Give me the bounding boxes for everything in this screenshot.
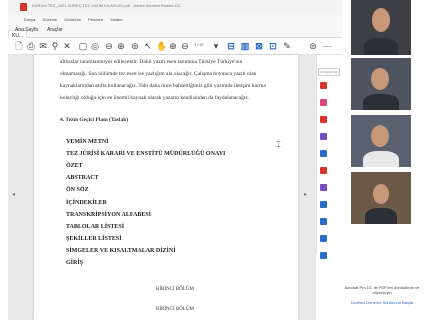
window-titlebar: KURUM TEZ_2021 SÜREÇ TEZ YAZIM KILAVUZU.…: [8, 0, 342, 15]
acrobat-app-icon: [20, 3, 27, 11]
toc-item: ŞEKİLLER LİSTESİ: [66, 236, 122, 242]
fit-page-icon[interactable]: ⊟: [226, 40, 236, 52]
participant-body: [363, 94, 399, 110]
promo-text: Acrobat Pro DC ile PDF'leri dönüştürün v…: [344, 285, 420, 295]
paragraph-line: kolaylığı olduğu için en önemli kaynak o…: [60, 95, 250, 101]
sign-icon[interactable]: ⊜: [308, 40, 318, 52]
participant-body: [365, 208, 397, 224]
menu-bar: Dosya Düzenle Görünüm Pencere Yardım: [8, 15, 342, 24]
participant-video[interactable]: [351, 58, 411, 110]
free-trial-link[interactable]: Ücretsiz Deneme Sürümünü Başlat: [340, 300, 424, 305]
participant-head: [372, 8, 390, 32]
toc-item: GİRİŞ: [66, 260, 84, 266]
tool-icon[interactable]: [320, 150, 327, 157]
tab-bar: Ana Sayfa Araçlar KU...: [8, 24, 342, 41]
search-tools-input[interactable]: Araçlarda ara: [318, 68, 340, 76]
fit-width-icon[interactable]: ▥: [240, 40, 250, 52]
tab-tools[interactable]: Araçlar: [47, 27, 63, 33]
paragraph-line: olmamasığı. Son bölümde tez esen ise yaz…: [60, 71, 257, 77]
tool-icon[interactable]: [320, 133, 327, 140]
menu-view[interactable]: Görünüm: [64, 17, 81, 22]
participant-head: [371, 125, 389, 147]
tool-icon[interactable]: [320, 252, 327, 259]
paragraph-line: kaynaklarından atıfta kullanacağız. Tabi…: [60, 83, 266, 89]
participant-video-strip: [344, 0, 424, 270]
chapter-label: BİRİNCİ BÖLÜM: [156, 307, 194, 312]
pdf-page: altbaslar tanımlanmıyor edilecektir. Dah…: [34, 55, 298, 320]
participant-head: [373, 184, 389, 204]
toc-item: YEMİN METNİ: [66, 139, 109, 145]
section-heading: 4. Tezin Geçici Planı (Taslak): [60, 117, 129, 123]
tool-icon[interactable]: [320, 218, 327, 225]
menu-edit[interactable]: Düzenle: [42, 17, 57, 22]
collapse-right-icon[interactable]: ▸: [304, 191, 307, 198]
toc-item: ABSTRACT: [66, 175, 99, 181]
toc-item: TRANSKRİPSİYON ALFABESİ: [66, 212, 152, 218]
document-viewer[interactable]: ◂ altbaslar tanımlanmıyor edilecektir. D…: [8, 55, 316, 320]
tool-icon[interactable]: [320, 99, 327, 106]
toc-item: TABLOLAR LİSTESİ: [66, 224, 125, 230]
promo-panel: Acrobat Pro DC ile PDF'leri dönüştürün v…: [340, 282, 424, 320]
next-page-icon[interactable]: ⊕: [116, 40, 126, 52]
read-mode-icon[interactable]: ⊠: [254, 40, 264, 52]
page-view-icon[interactable]: ▢: [78, 40, 88, 52]
participant-body: [363, 151, 399, 167]
rotate-icon[interactable]: ⊚: [130, 40, 140, 52]
print-icon[interactable]: ⎙: [26, 40, 36, 52]
tab-home[interactable]: Ana Sayfa: [15, 27, 38, 33]
page-indicator[interactable]: 1 / 57: [194, 42, 204, 47]
participant-video[interactable]: [351, 0, 411, 55]
participant-video[interactable]: [351, 172, 411, 224]
tool-icon[interactable]: [320, 201, 327, 208]
zoom-in-icon[interactable]: ⊕: [168, 40, 178, 52]
comment-icon[interactable]: ⊡: [268, 40, 278, 52]
collapse-left-icon[interactable]: ◂: [12, 191, 15, 198]
paragraph-line: altbaslar tanımlanmıyor edilecektir. Dah…: [60, 59, 243, 65]
participant-video[interactable]: [351, 115, 411, 167]
toc-item: TEZ JÜRİSİ KARARI VE ENSTİTÜ MÜDÜRLÜĞÜ O…: [66, 151, 226, 157]
email-icon[interactable]: ✉: [38, 40, 48, 52]
chapter-label: BİRİNCİ BÖLÜM: [156, 287, 194, 292]
toc-item: ÖN SÖZ: [66, 187, 89, 193]
menu-window[interactable]: Pencere: [88, 17, 103, 22]
cursor-arrow-icon[interactable]: ↖: [144, 40, 152, 52]
pen-icon[interactable]: ✎: [282, 40, 292, 52]
menu-file[interactable]: Dosya: [24, 17, 35, 22]
toc-item: İÇİNDEKİLER: [66, 200, 108, 206]
tool-icon[interactable]: [320, 184, 327, 191]
participant-body: [364, 38, 398, 55]
close-doc-icon[interactable]: ✕: [62, 40, 72, 52]
more-tools-icon[interactable]: ⋯: [322, 40, 332, 52]
window-title: KURUM TEZ_2021 SÜREÇ TEZ YAZIM KILAVUZU.…: [32, 3, 181, 8]
menu-help[interactable]: Yardım: [110, 17, 123, 22]
toc-item: SİMGELER VE KISALTMALAR DİZİNİ: [66, 248, 176, 254]
dropdown-icon[interactable]: ▾: [212, 40, 220, 52]
main-toolbar: 🗋 ⎙ ✉ ⚲ ✕ ▢ ◎ ⊖ ⊕ ⊚ ↖ ✋ ⊕ ⊖ 1 / 57 ▾ ⊟ ▥…: [8, 38, 342, 55]
tool-icon[interactable]: [320, 116, 327, 123]
new-file-icon[interactable]: 🗋: [14, 40, 24, 52]
toc-item: ÖZET: [66, 163, 83, 169]
tool-icon[interactable]: [320, 167, 327, 174]
zoom-out-icon[interactable]: ◎: [90, 40, 100, 52]
hand-tool-icon[interactable]: ✋: [156, 40, 167, 52]
search-icon[interactable]: ⚲: [50, 40, 60, 52]
tool-icon[interactable]: [320, 82, 327, 89]
previous-page-icon[interactable]: ⊖: [104, 40, 114, 52]
participant-head: [371, 68, 389, 90]
text-cursor-icon: ⌶: [276, 140, 281, 149]
zoom-minus-icon[interactable]: ⊖: [180, 40, 190, 52]
tool-icon[interactable]: [320, 235, 327, 242]
